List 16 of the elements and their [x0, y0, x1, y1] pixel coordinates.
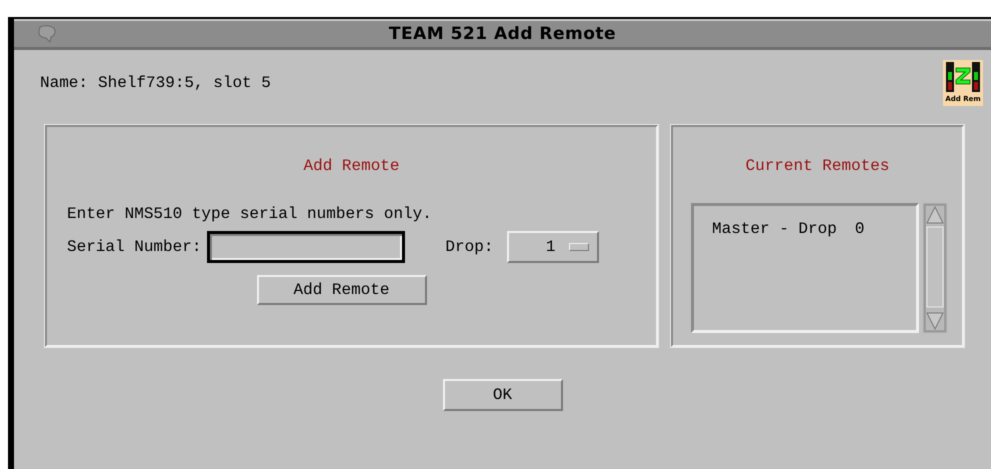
hint-text: Enter NMS510 type serial numbers only. — [67, 205, 433, 223]
add-remote-button[interactable]: Add Remote — [256, 275, 426, 305]
panel-title: Add Remote — [302, 157, 400, 175]
name-value: Shelf739:5, slot 5 — [98, 74, 271, 92]
list-item[interactable]: Master - Drop — [712, 220, 837, 330]
drop-label: Drop: — [445, 238, 494, 256]
serial-number-field[interactable] — [207, 231, 406, 263]
scroll-bar[interactable] — [923, 203, 947, 333]
drop-option-menu[interactable]: 1 — [507, 231, 600, 263]
panel-title: Current Remotes — [744, 157, 891, 175]
window-menu-icon[interactable] — [36, 24, 58, 44]
window-title: TEAM 521 Add Remote — [388, 24, 616, 44]
serial-number-label: Serial Number: — [67, 238, 202, 256]
name-label: Name: — [40, 74, 88, 92]
drop-number: 0 — [854, 220, 864, 240]
ok-button[interactable]: OK — [442, 379, 562, 411]
